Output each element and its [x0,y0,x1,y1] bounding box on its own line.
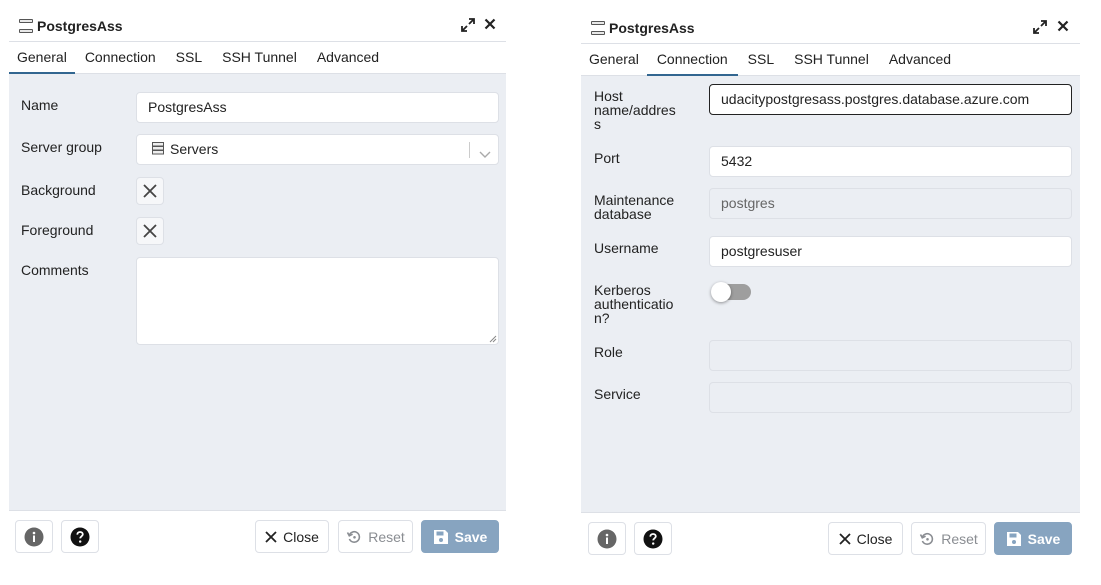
help-icon [70,527,90,546]
tab-general[interactable]: General [9,42,75,75]
save-button-label: Save [1027,530,1061,547]
server-icon [19,18,33,33]
reset-icon [920,532,934,545]
info-icon [24,527,44,546]
dialog-titlebar[interactable]: PostgresAss [581,12,1080,44]
help-button[interactable] [61,520,99,553]
close-button-label: Close [856,530,893,547]
server-group-select[interactable]: Servers [136,134,499,165]
toggle-knob [711,282,731,302]
dialog-title: PostgresAss [37,17,123,34]
tab-ssh-tunnel[interactable]: SSH Tunnel [212,42,307,74]
background-label: Background [21,182,96,198]
close-icon[interactable] [482,18,498,34]
save-icon [1006,531,1021,546]
close-icon [265,530,277,543]
close-button-label: Close [283,528,319,545]
close-icon [838,532,851,545]
comments-textarea[interactable] [136,257,499,345]
dialog-titlebar[interactable]: PostgresAss [9,10,506,42]
service-input[interactable] [709,382,1072,413]
role-input[interactable] [709,340,1072,371]
select-separator [469,142,470,158]
save-button[interactable]: Save [994,522,1072,555]
tab-general[interactable]: General [581,44,647,76]
server-dialog-connection: PostgresAss General Connection SSL SSH T… [581,12,1080,564]
reset-button-label: Reset [368,528,405,545]
username-label: Username [594,240,659,256]
kerberos-toggle[interactable] [711,282,751,302]
maintenance-database-input[interactable]: postgres [709,188,1072,219]
connection-form: Host name/addres s udacitypostgresass.po… [581,76,1080,512]
resize-handle-icon[interactable] [489,335,497,343]
close-button[interactable]: Close [255,520,329,553]
name-label: Name [21,97,59,113]
port-label: Port [594,150,620,166]
dialog-tabs: General Connection SSL SSH Tunnel Advanc… [9,42,506,75]
comments-label: Comments [21,262,89,278]
info-button[interactable] [15,520,53,553]
kerberos-label: Kerberos authenticatio n? [594,282,674,326]
reset-icon [347,530,361,543]
reset-button[interactable]: Reset [338,520,413,553]
username-input[interactable]: postgresuser [709,236,1072,267]
save-button-label: Save [454,528,488,545]
x-icon [143,184,157,198]
dialog-footer: Close Reset Save [9,510,506,562]
expand-icon[interactable] [1032,20,1048,36]
name-input[interactable]: PostgresAss [136,92,499,123]
server-group-icon [152,136,164,155]
tab-advanced[interactable]: Advanced [307,42,389,74]
info-button[interactable] [588,522,626,555]
foreground-color-picker[interactable] [136,217,164,245]
tab-ssh-tunnel[interactable]: SSH Tunnel [784,44,879,76]
server-group-label: Server group [21,139,102,155]
server-group-value: Servers [170,141,219,157]
server-icon [591,20,605,35]
server-dialog-general: PostgresAss General Connection SSL SSH T… [9,10,506,562]
tab-connection[interactable]: Connection [75,42,166,74]
foreground-label: Foreground [21,222,94,238]
tab-ssl[interactable]: SSL [738,44,784,76]
help-button[interactable] [634,522,672,555]
expand-icon[interactable] [460,18,476,34]
tab-ssl[interactable]: SSL [166,42,212,74]
service-label: Service [594,386,641,402]
save-icon [433,529,448,544]
dialog-footer: Close Reset Save [581,512,1080,564]
reset-button-label: Reset [941,530,978,547]
role-label: Role [594,344,623,360]
x-icon [143,224,157,238]
info-icon [597,529,617,548]
close-icon[interactable] [1055,20,1071,36]
dialog-tabs: General Connection SSL SSH Tunnel Advanc… [581,44,1080,77]
help-icon [643,529,663,548]
general-form: Name PostgresAss Server group Servers Ba… [9,74,506,510]
close-button[interactable]: Close [828,522,903,555]
maintenance-database-label: Maintenance database [594,192,675,222]
tab-connection[interactable]: Connection [646,44,738,77]
port-input[interactable]: 5432 [709,146,1072,177]
host-input[interactable]: udacitypostgresass.postgres.database.azu… [709,84,1072,115]
tab-advanced[interactable]: Advanced [879,44,961,76]
reset-button[interactable]: Reset [911,522,986,555]
dialog-title: PostgresAss [609,19,695,36]
save-button[interactable]: Save [421,520,499,553]
chevron-down-icon[interactable] [478,142,492,158]
host-label: Host name/addres s [594,88,676,132]
background-color-picker[interactable] [136,177,164,205]
